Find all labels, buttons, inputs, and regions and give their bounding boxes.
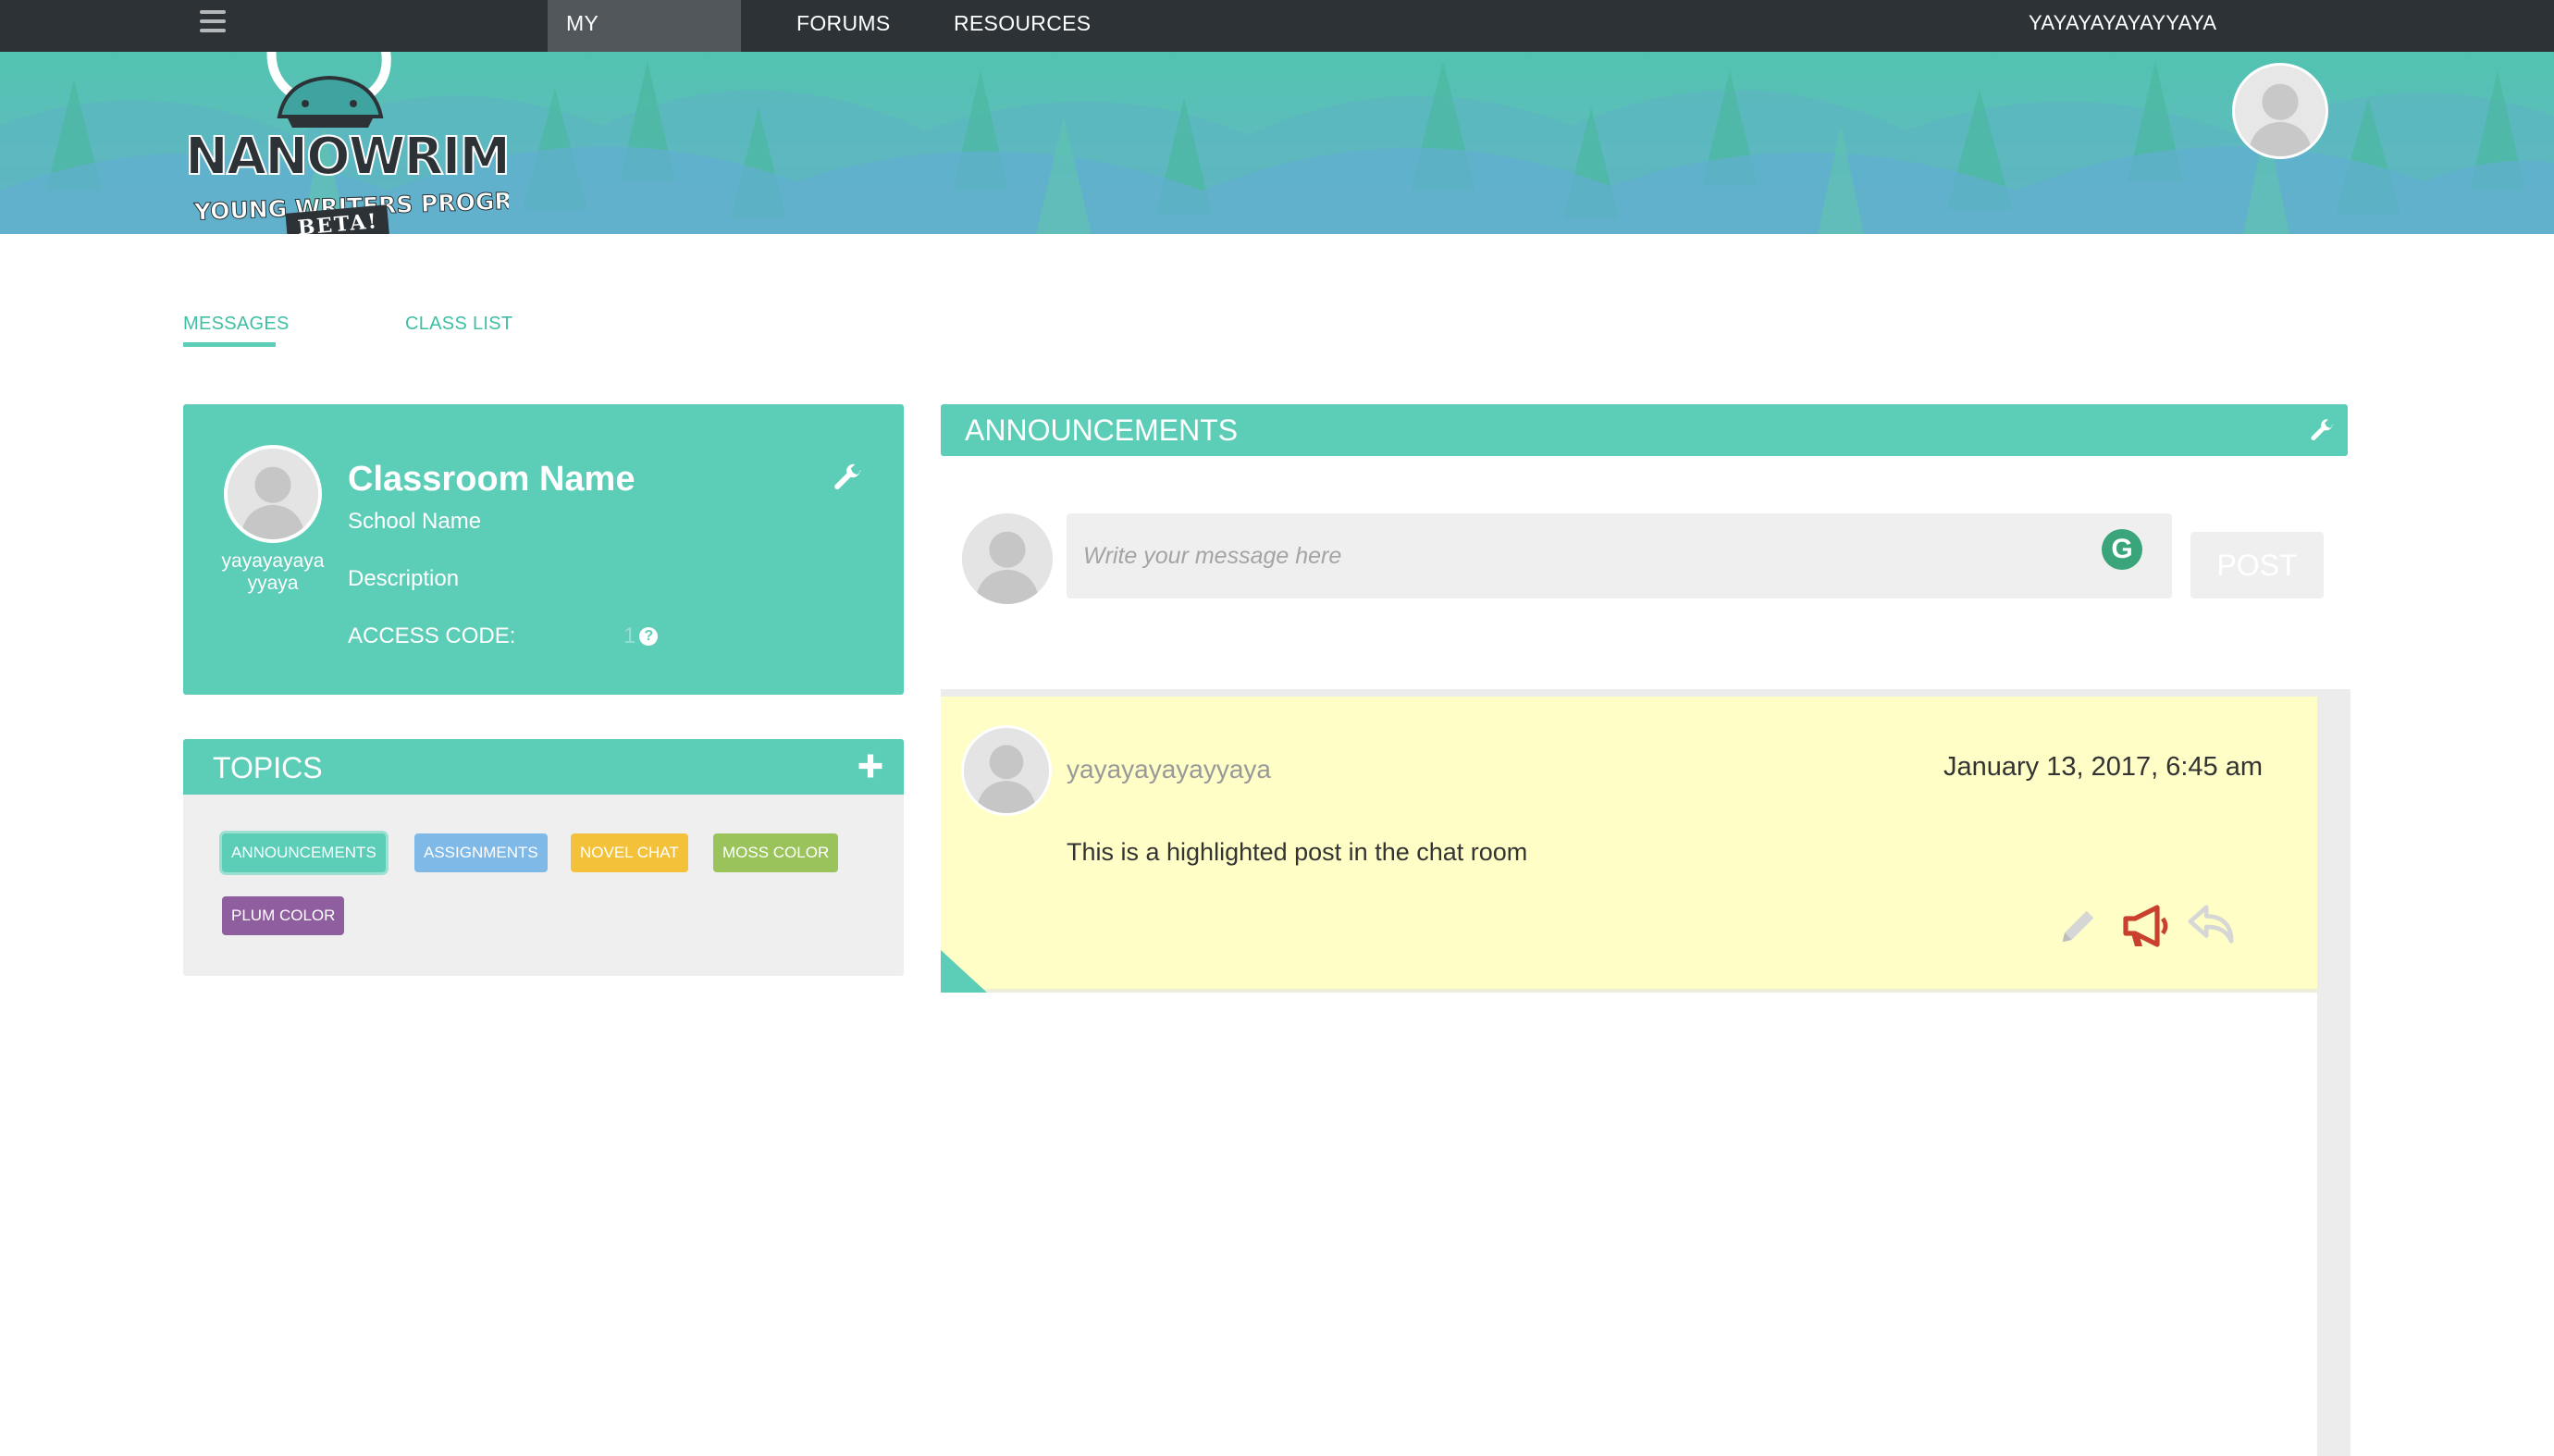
school-name: School Name [348,509,482,534]
access-code: ACCESS CODE: 1 ? [348,623,659,649]
post-author[interactable]: yayayayayayyaya [1067,755,1271,784]
wrench-icon[interactable] [831,462,864,495]
question-circle-icon[interactable]: ? [639,627,659,646]
tab-messages[interactable]: MESSAGES [183,314,290,335]
topics-title: TOPICS [213,751,323,784]
topic-chip-assignments[interactable]: ASSIGNMENTS [414,833,548,872]
classroom-owner-avatar [224,445,322,543]
post-body: This is a highlighted post in the chat r… [1067,838,1528,866]
wrench-icon[interactable] [2308,417,2336,445]
composer-avatar [962,513,1053,604]
topics-header: TOPICS [183,739,904,795]
topic-chip-moss-color[interactable]: MOSS COLOR [713,833,839,872]
announcements-header: ANNOUNCEMENTS [941,404,2348,456]
hamburger-menu-icon[interactable] [200,10,226,34]
access-code-label: ACCESS CODE: [348,623,516,648]
plus-icon[interactable] [857,752,884,780]
announcements-title: ANNOUNCEMENTS [965,413,1239,447]
banner: NANOWRIMO YOUNG WRITERS PROGRAM BETA! [0,52,2554,234]
highlight-corner-marker [941,950,987,993]
classroom-card: yayayayayayyaya Classroom Name School Na… [183,404,904,695]
top-navigation-bar: MY CLASSROOM FORUMS RESOURCES YAYAYAYAYA… [0,0,2554,81]
classroom-name: Classroom Name [348,460,635,499]
topics-panel: TOPICS ANNOUNCEMENTS ASSIGNMENTS NOVEL C… [183,739,904,976]
topic-chip-novel-chat[interactable]: NOVEL CHAT [571,833,688,872]
tab-class-list[interactable]: CLASS LIST [405,314,512,335]
message-input[interactable] [1067,513,2172,598]
nav-resources[interactable]: RESOURCES [935,0,1109,52]
access-code-value: 1 [623,623,636,648]
nanowrimo-logo[interactable]: NANOWRIMO YOUNG WRITERS PROGRAM BETA! [176,52,509,234]
feed-scrollbar[interactable] [2317,697,2350,1456]
classroom-description: Description [348,566,460,591]
nav-my-classroom[interactable]: MY CLASSROOM [548,0,741,81]
active-tab-underline [183,342,276,347]
topic-chip-announcements[interactable]: ANNOUNCEMENTS [222,833,386,872]
user-avatar[interactable] [2232,63,2328,159]
nav-forums[interactable]: FORUMS [778,0,908,52]
feed-divider [941,689,2350,697]
reply-icon[interactable] [2186,902,2238,948]
post-author-avatar [961,725,1052,816]
post-button[interactable]: POST [2190,532,2324,598]
megaphone-icon[interactable] [2120,902,2172,950]
username-label[interactable]: YAYAYAYAYAYYAYA [2029,0,2216,46]
post-date: January 13, 2017, 6:45 am [1943,752,2264,782]
grammarly-icon[interactable]: G [2102,529,2142,570]
highlighted-post: yayayayayayyaya January 13, 2017, 6:45 a… [941,697,2317,993]
pencil-icon[interactable] [2057,905,2100,947]
logo-title: NANOWRIMO [185,127,509,187]
classroom-owner-name: yayayayayayyaya [221,550,325,594]
message-feed: yayayayayayyaya January 13, 2017, 6:45 a… [941,689,2350,1456]
topic-chip-plum-color[interactable]: PLUM COLOR [222,896,345,935]
